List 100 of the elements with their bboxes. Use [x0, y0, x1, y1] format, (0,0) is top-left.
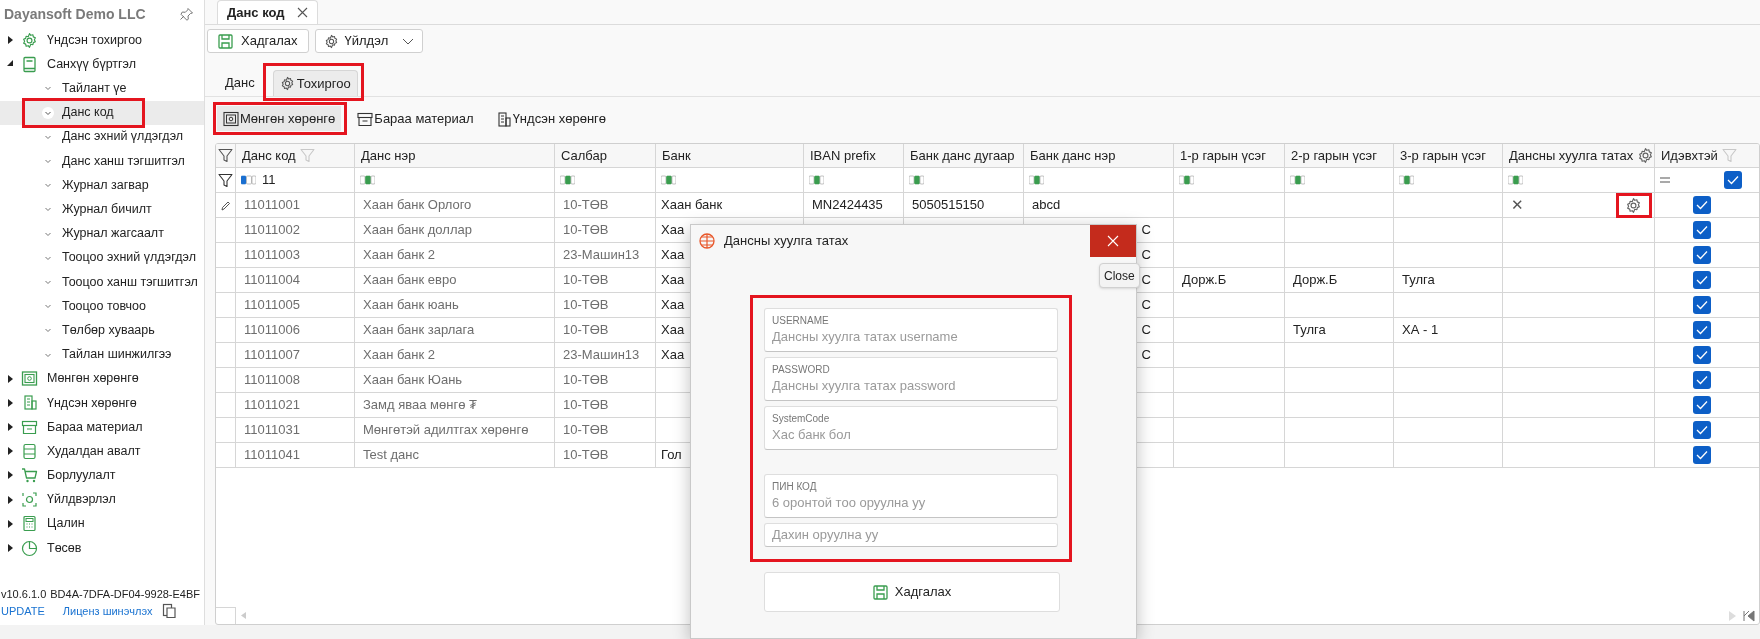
text-field[interactable]: Дахин оруулна уу: [764, 523, 1058, 547]
expand-triangle-icon[interactable]: [6, 518, 14, 529]
filter-icon[interactable]: [218, 148, 233, 163]
sidebar-item[interactable]: Данс ханш тэгшитгэл: [0, 148, 204, 174]
sidebar-item[interactable]: Төлбөр хуваарь: [0, 318, 204, 343]
sidebar-item[interactable]: Тооцоо ханш тэгшитгэл: [0, 269, 204, 295]
document-tab[interactable]: Данс код: [217, 0, 318, 24]
checkbox[interactable]: [1693, 196, 1711, 214]
checkbox[interactable]: [1693, 321, 1711, 339]
sidebar-item[interactable]: Санхүү бүртгэл: [0, 52, 204, 77]
text-filter-icon[interactable]: [360, 175, 375, 185]
copy-icon[interactable]: [162, 602, 178, 619]
text-filter-icon[interactable]: [560, 175, 575, 185]
sidebar-item[interactable]: Тайлант үе: [0, 76, 204, 101]
sidebar-item[interactable]: Худалдан авалт: [0, 439, 204, 464]
filter-cell[interactable]: [1174, 168, 1285, 193]
expand-triangle-icon[interactable]: [6, 494, 14, 505]
update-link[interactable]: UPDATE: [1, 602, 45, 619]
sidebar-item[interactable]: Тайлан шинжилгээ: [0, 342, 204, 367]
sidebar-item[interactable]: Үйлдвэрлэл: [0, 487, 204, 512]
sidebar-item[interactable]: Тооцоо эхний үлдэгдэл: [0, 245, 204, 270]
category-button[interactable]: Үндсэн хөрөнгө: [489, 106, 613, 131]
tab[interactable]: Данс: [219, 70, 261, 96]
text-field[interactable]: ПИН КОД 6 оронтой тоо оруулна уу: [764, 474, 1058, 518]
text-filter-icon[interactable]: [1179, 175, 1194, 185]
save-button[interactable]: Хадгалах: [207, 29, 309, 53]
text-filter-icon[interactable]: [1508, 175, 1523, 185]
expand-triangle-icon[interactable]: [6, 373, 14, 384]
expand-triangle-icon[interactable]: [6, 470, 14, 481]
close-icon[interactable]: [296, 7, 308, 18]
category-button[interactable]: Мөнгөн хөрөнгө: [217, 106, 342, 131]
pin-icon[interactable]: [179, 6, 194, 22]
sidebar-item[interactable]: Данс код: [0, 100, 204, 125]
filter-cell[interactable]: [555, 168, 656, 193]
expand-triangle-icon[interactable]: [6, 35, 14, 46]
checkbox[interactable]: [1693, 246, 1711, 264]
checkbox[interactable]: [1724, 171, 1742, 189]
filter-cell[interactable]: [804, 168, 904, 193]
checkbox[interactable]: [1693, 346, 1711, 364]
text-field[interactable]: PASSWORD Дансны хуулга татах password: [764, 357, 1058, 401]
sidebar-item[interactable]: Тооцоо товчоо: [0, 294, 204, 319]
checkbox[interactable]: [1693, 371, 1711, 389]
filter-cell[interactable]: [216, 168, 236, 193]
sidebar-item[interactable]: Үндсэн хөрөнгө: [0, 390, 204, 415]
sidebar-item[interactable]: Журнал бичилт: [0, 197, 204, 222]
row-indicator[interactable]: [216, 193, 236, 218]
filter-cell[interactable]: [1024, 168, 1174, 193]
input-field[interactable]: Дахин оруулна уу: [772, 525, 1050, 545]
input-field[interactable]: Дансны хуулга татах password: [772, 375, 1050, 396]
checkbox[interactable]: [1693, 446, 1711, 464]
filter-cell[interactable]: [1503, 168, 1655, 193]
sidebar-item[interactable]: Мөнгөн хөрөнгө: [0, 366, 204, 391]
table-cell: 5050515150: [904, 193, 1024, 218]
sidebar-item[interactable]: Цалин: [0, 511, 204, 536]
sidebar-item[interactable]: Данс эхний үлдэгдэл: [0, 124, 204, 149]
sidebar-item[interactable]: Журнал загвар: [0, 173, 204, 198]
filter-cell[interactable]: [355, 168, 555, 193]
filter-cell[interactable]: [904, 168, 1024, 193]
actions-dropdown[interactable]: Үйлдэл: [314, 29, 424, 53]
filter-cell[interactable]: [656, 168, 804, 193]
gear-icon[interactable]: [1637, 147, 1655, 164]
checkbox[interactable]: [1693, 271, 1711, 289]
filter-cell[interactable]: [1655, 168, 1759, 193]
text-filter-icon[interactable]: [241, 175, 256, 185]
equals-icon[interactable]: [1660, 177, 1670, 183]
text-filter-icon[interactable]: [1290, 175, 1305, 185]
checkbox[interactable]: [1693, 296, 1711, 314]
text-filter-icon[interactable]: [809, 175, 824, 185]
text-filter-icon[interactable]: [1399, 175, 1414, 185]
sidebar-item[interactable]: Бараа материал: [0, 415, 204, 440]
sidebar-item[interactable]: Төсөв: [0, 535, 204, 561]
chevron-icon[interactable]: [42, 106, 54, 119]
filter-icon[interactable]: [218, 172, 233, 188]
input-field[interactable]: Хас банк бол: [772, 424, 1050, 445]
tab[interactable]: Тохиргоо: [272, 70, 358, 96]
input-field[interactable]: 6 оронтой тоо оруулна уу: [772, 492, 1050, 513]
gear-icon[interactable]: [1625, 196, 1642, 214]
expand-triangle-icon[interactable]: [6, 543, 14, 554]
filter-cell[interactable]: [1394, 168, 1503, 193]
expand-triangle-icon[interactable]: [6, 422, 14, 433]
license-link[interactable]: Лиценз шинэчлэх: [62, 602, 153, 619]
text-filter-icon[interactable]: [661, 175, 676, 185]
checkbox[interactable]: [1693, 421, 1711, 439]
checkbox[interactable]: [1693, 221, 1711, 239]
category-button[interactable]: Бараа материал: [351, 106, 480, 131]
expand-triangle-icon[interactable]: [6, 397, 14, 408]
first-page-icon[interactable]: [1743, 609, 1755, 622]
text-filter-icon[interactable]: [909, 175, 924, 185]
text-field[interactable]: SystemCode Хас банк бол: [764, 406, 1058, 450]
expand-triangle-icon[interactable]: [6, 446, 14, 457]
checkbox[interactable]: [1693, 396, 1711, 414]
sidebar-item[interactable]: Журнал жагсаалт: [0, 221, 204, 246]
filter-cell[interactable]: [1285, 168, 1394, 193]
filter-cell[interactable]: 11: [236, 168, 355, 193]
text-field[interactable]: USERNAME Дансны хуулга татах username: [764, 308, 1058, 352]
text-filter-icon[interactable]: [1029, 175, 1044, 185]
close-button[interactable]: [1090, 225, 1136, 257]
save-button[interactable]: Хадгалах: [764, 572, 1060, 612]
sidebar-item[interactable]: Борлуулалт: [0, 463, 204, 488]
sidebar-item[interactable]: Үндсэн тохиргоо: [0, 28, 204, 53]
